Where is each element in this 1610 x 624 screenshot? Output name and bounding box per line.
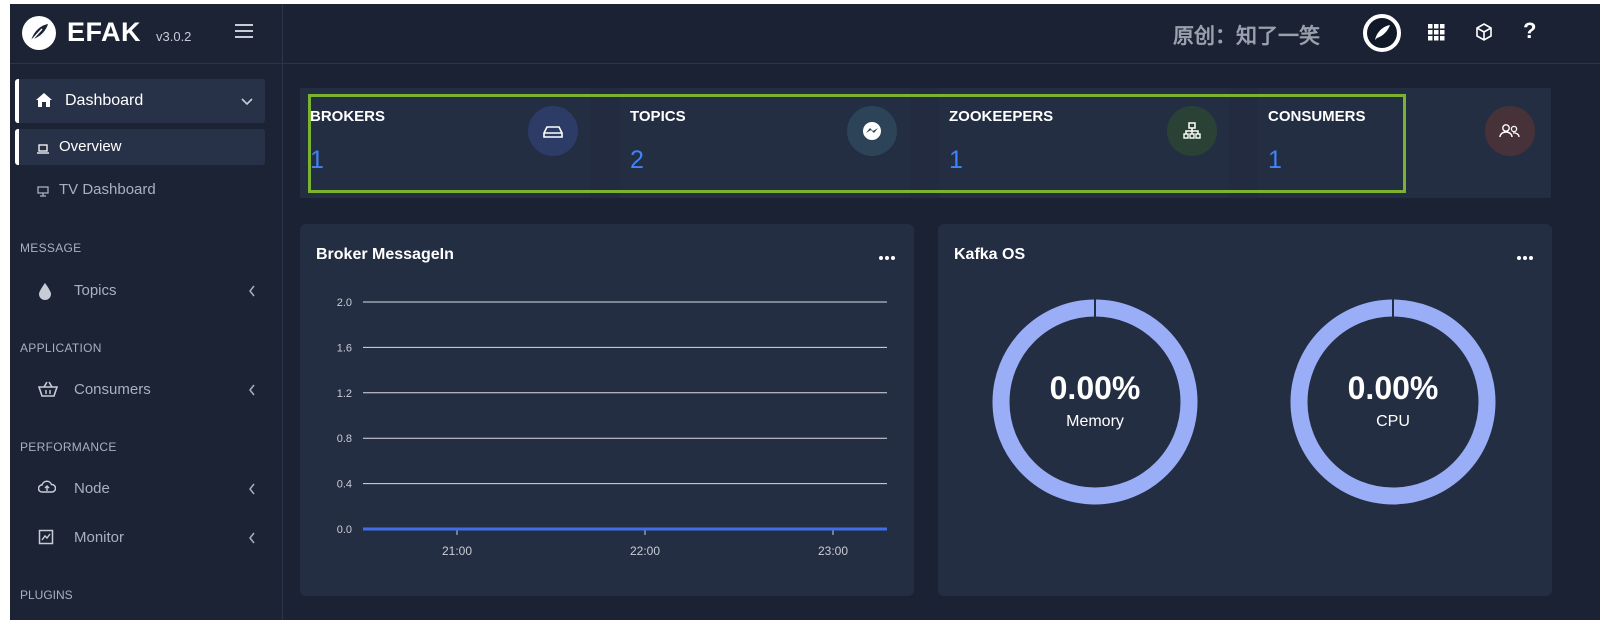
stat-value: 1 [949, 146, 963, 174]
broker-messagein-panel: Broker MessageIn 2.0 1.6 1.2 0.8 0.4 0.0 21:00… [300, 224, 914, 596]
sidebar-item-overview[interactable]: Overview [15, 129, 265, 165]
stat-title: ZOOKEEPERS [949, 108, 1054, 125]
author-text: 原创：知了一笑 [1173, 25, 1320, 48]
stat-title: CONSUMERS [1268, 108, 1366, 125]
sidebar-item-label: Monitor [74, 529, 125, 546]
sidebar-item-label: Node [74, 480, 110, 497]
section-label-performance: PERFORMANCE [20, 440, 117, 454]
app-window: EFAK v3.0.2 Dashboard Overview TV Dashbo… [10, 4, 1600, 620]
brand-version: v3.0.2 [156, 29, 192, 44]
memory-value: 0.00% [1049, 370, 1141, 406]
section-label-application: APPLICATION [20, 341, 102, 355]
brand-name: EFAK [67, 17, 142, 47]
y-tick-label: 2.0 [337, 297, 352, 309]
kafka-os-panel: Kafka OS 0.00% Memory 0.00% CPU [938, 224, 1552, 596]
gauge-rings [992, 299, 1496, 505]
sidebar: EFAK v3.0.2 Dashboard Overview TV Dashbo… [10, 4, 283, 620]
sidebar-item-topics[interactable]: Topics [20, 276, 260, 306]
sidebar-item-label: Topics [74, 282, 117, 299]
brand-header: EFAK v3.0.2 [10, 4, 283, 64]
laptop-icon [37, 141, 49, 159]
x-tick-label: 22:00 [630, 544, 660, 558]
monitor-icon [37, 184, 49, 202]
messenger-icon [847, 106, 897, 156]
sidebar-item-label: Dashboard [65, 92, 144, 109]
sidebar-item-label: TV Dashboard [59, 181, 156, 198]
sidebar-item-label: Consumers [74, 381, 151, 398]
sidebar-item-monitor[interactable]: Monitor [20, 523, 260, 553]
chevron-left-icon [248, 531, 256, 549]
stat-value: 1 [310, 146, 324, 174]
stats-row: BROKERS 1 TOPICS 2 ZOOKEEPERS 1 CONSUMER… [300, 88, 1551, 198]
sidebar-item-node[interactable]: Node [20, 474, 260, 504]
sitemap-icon [1167, 106, 1217, 156]
sidebar-item-label: Overview [59, 138, 122, 155]
cpu-label: CPU [1376, 413, 1410, 430]
sidebar-item-consumers[interactable]: Consumers [20, 375, 260, 405]
cpu-value: 0.00% [1347, 370, 1439, 406]
drive-icon [528, 106, 578, 156]
stat-value: 1 [1268, 146, 1282, 174]
chevron-left-icon [248, 284, 256, 302]
menu-toggle-icon[interactable] [235, 24, 253, 38]
stat-card-topics[interactable]: TOPICS 2 [620, 88, 910, 198]
x-tick-label: 21:00 [442, 544, 472, 558]
section-label-plugins: PLUGINS [20, 588, 73, 602]
top-navbar: 原创：知了一笑 ? [283, 4, 1600, 64]
help-icon[interactable]: ? [1523, 18, 1536, 44]
y-tick-label: 0.0 [337, 524, 352, 536]
chevron-left-icon [248, 482, 256, 500]
cloud-upload-icon [37, 480, 57, 499]
broker-messagein-chart: 2.0 1.6 1.2 0.8 0.4 0.0 21:00 22:00 23:00 [337, 297, 887, 558]
apps-grid-icon[interactable] [1428, 24, 1445, 46]
y-tick-label: 1.6 [337, 342, 352, 354]
section-label-message: MESSAGE [20, 241, 82, 255]
stat-card-consumers[interactable]: CONSUMERS 1 [1258, 88, 1551, 198]
x-tick-label: 23:00 [818, 544, 848, 558]
avatar[interactable] [1363, 14, 1401, 52]
cube-icon[interactable] [1475, 23, 1493, 46]
chevron-left-icon [248, 383, 256, 401]
droplet-icon [38, 282, 52, 305]
memory-label: Memory [1066, 413, 1124, 430]
y-tick-label: 0.4 [337, 479, 352, 491]
stat-title: BROKERS [310, 108, 386, 125]
basket-icon [37, 381, 59, 402]
sidebar-item-tv-dashboard[interactable]: TV Dashboard [15, 172, 265, 208]
users-icon [1485, 106, 1535, 156]
stat-title: TOPICS [630, 108, 686, 125]
sidebar-item-dashboard[interactable]: Dashboard [15, 79, 265, 123]
home-icon [35, 92, 53, 113]
chart-box-icon [38, 529, 54, 550]
stat-card-brokers[interactable]: BROKERS 1 [300, 88, 590, 198]
stat-value: 2 [630, 146, 644, 174]
logo-icon[interactable] [22, 16, 56, 50]
y-tick-label: 1.2 [337, 388, 352, 400]
stat-card-zookeepers[interactable]: ZOOKEEPERS 1 [939, 88, 1229, 198]
chevron-down-icon [241, 93, 253, 111]
y-tick-label: 0.8 [337, 433, 352, 445]
